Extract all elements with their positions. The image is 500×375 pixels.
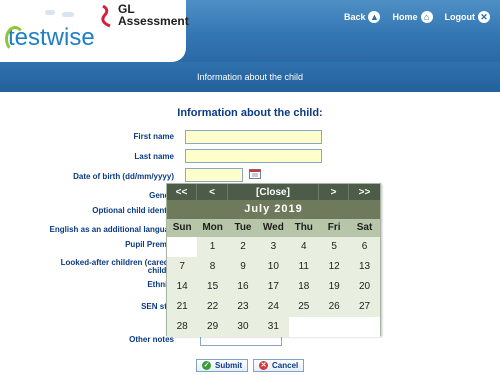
day-cell[interactable]: 17: [258, 277, 289, 297]
day-cell[interactable]: 9: [227, 257, 259, 277]
day-cell[interactable]: 30: [227, 317, 259, 337]
day-cell[interactable]: 13: [349, 257, 380, 277]
day-cell[interactable]: 11: [288, 257, 319, 277]
home-icon: ⌂: [420, 11, 433, 23]
day-cell[interactable]: 19: [318, 277, 350, 297]
day-cell[interactable]: 25: [288, 297, 319, 317]
weekday-label: Mon: [202, 222, 223, 233]
day-cell[interactable]: 16: [227, 277, 259, 297]
last-name-label: Last name: [134, 152, 174, 161]
section-title-bar: Information about the child: [0, 62, 500, 92]
weekday-label: Fri: [327, 222, 341, 233]
cancel-button-label: Cancel: [272, 361, 299, 370]
gl-assessment-logo: GL Assessment: [118, 3, 189, 27]
prev-year-button[interactable]: <<: [167, 184, 197, 200]
logout-link[interactable]: Logout ✕: [444, 11, 490, 23]
day-cell[interactable]: 2: [227, 237, 259, 257]
day-cell[interactable]: 31: [258, 317, 289, 337]
logo-swirl-icon: [5, 26, 25, 52]
weekday-header: Sun Mon Tue Wed Thu Fri Sat: [167, 219, 380, 237]
gl-logo-icon: [101, 4, 111, 28]
day-cell[interactable]: 20: [349, 277, 380, 297]
logo-tag-hole: [62, 12, 74, 17]
page-title: Information about the child:: [177, 107, 323, 119]
eal-label: English as an additional languag: [49, 225, 174, 234]
day-cell[interactable]: 18: [288, 277, 319, 297]
first-name-field[interactable]: [185, 130, 322, 144]
close-button[interactable]: [Close]: [228, 184, 319, 200]
empty-day-cell: [167, 237, 198, 257]
day-cell[interactable]: 23: [227, 297, 259, 317]
day-cell[interactable]: 4: [288, 237, 319, 257]
back-link[interactable]: Back ▲: [344, 11, 381, 23]
day-cell[interactable]: 22: [197, 297, 228, 317]
header-bar: testwise GL Assessment Back ▲ Home ⌂ Log…: [0, 0, 500, 62]
weekday-label: Sat: [356, 222, 373, 233]
submit-button[interactable]: ✓ Submit: [196, 359, 249, 372]
day-cell[interactable]: 21: [167, 297, 198, 317]
day-cell[interactable]: 15: [197, 277, 228, 297]
cancel-button[interactable]: ✕ Cancel: [253, 359, 305, 372]
optional-id-label: Optional child identifi: [92, 206, 174, 215]
arrow-up-icon: ▲: [368, 11, 381, 23]
week-row: 7 8 9 10 11 12 13: [167, 257, 380, 277]
day-cell[interactable]: 7: [167, 257, 198, 277]
day-cell[interactable]: 28: [167, 317, 198, 337]
close-icon: ✕: [478, 11, 490, 23]
week-row: 14 15 16 17 18 19 20: [167, 277, 380, 297]
logo-tag-hole: [45, 10, 55, 15]
back-link-label: Back: [343, 12, 366, 22]
gl-logo-line2: Assessment: [118, 14, 189, 28]
week-row: 123456: [167, 237, 380, 257]
dob-field[interactable]: [185, 168, 243, 182]
day-cell[interactable]: 12: [318, 257, 350, 277]
weekday-label: Sun: [172, 222, 192, 233]
logout-link-label: Logout: [444, 12, 476, 22]
day-cell[interactable]: 8: [197, 257, 228, 277]
prev-month-button[interactable]: <: [197, 184, 228, 200]
day-cell[interactable]: 29: [197, 317, 228, 337]
month-label: July 2019: [167, 200, 380, 219]
day-cell[interactable]: 24: [258, 297, 289, 317]
day-cell[interactable]: 5: [318, 237, 350, 257]
weekday-label: Thu: [294, 222, 313, 233]
week-row: 28 29 30 31: [167, 317, 380, 337]
weekday-label: Tue: [234, 222, 252, 233]
weekday-label: Wed: [262, 222, 284, 233]
day-cell[interactable]: 10: [258, 257, 289, 277]
empty-day-cell: [288, 317, 319, 337]
logo-card: testwise GL Assessment: [0, 0, 189, 62]
home-link-label: Home: [392, 12, 418, 22]
submit-button-label: Submit: [215, 361, 243, 370]
day-cell[interactable]: 3: [258, 237, 289, 257]
calendar-icon[interactable]: [249, 168, 261, 179]
empty-day-cell: [349, 317, 380, 337]
last-name-field[interactable]: [185, 149, 322, 163]
first-name-label: First name: [133, 132, 174, 141]
next-year-button[interactable]: >>: [349, 184, 380, 200]
day-cell[interactable]: 14: [167, 277, 198, 297]
dob-label: Date of birth (dd/mm/yyyy): [73, 172, 174, 181]
next-month-button[interactable]: >: [319, 184, 349, 200]
cancel-icon: ✕: [259, 361, 268, 370]
check-icon: ✓: [202, 361, 211, 370]
empty-day-cell: [318, 317, 350, 337]
day-cell[interactable]: 26: [318, 297, 350, 317]
testwise-logo: testwise: [5, 24, 95, 52]
home-link[interactable]: Home ⌂: [392, 11, 433, 23]
day-cell[interactable]: 27: [349, 297, 380, 317]
day-grid: 1 2 3 4 5 6 7 8 9 10 11 12 13 14 15 16 17 18 19 20 21 22 23 24 2…: [167, 237, 380, 337]
week-row: 21 22 23 24 25 26 27: [167, 297, 380, 317]
top-nav: Back ▲ Home ⌂ Logout ✕: [344, 11, 490, 23]
day-cell[interactable]: 1: [197, 237, 228, 257]
date-picker-nav: << < [Close] > >>: [167, 184, 380, 200]
date-picker-popup: << < [Close] > >> July 2019 Sun Mon Tue …: [166, 183, 381, 337]
day-cell[interactable]: 6: [349, 237, 380, 257]
